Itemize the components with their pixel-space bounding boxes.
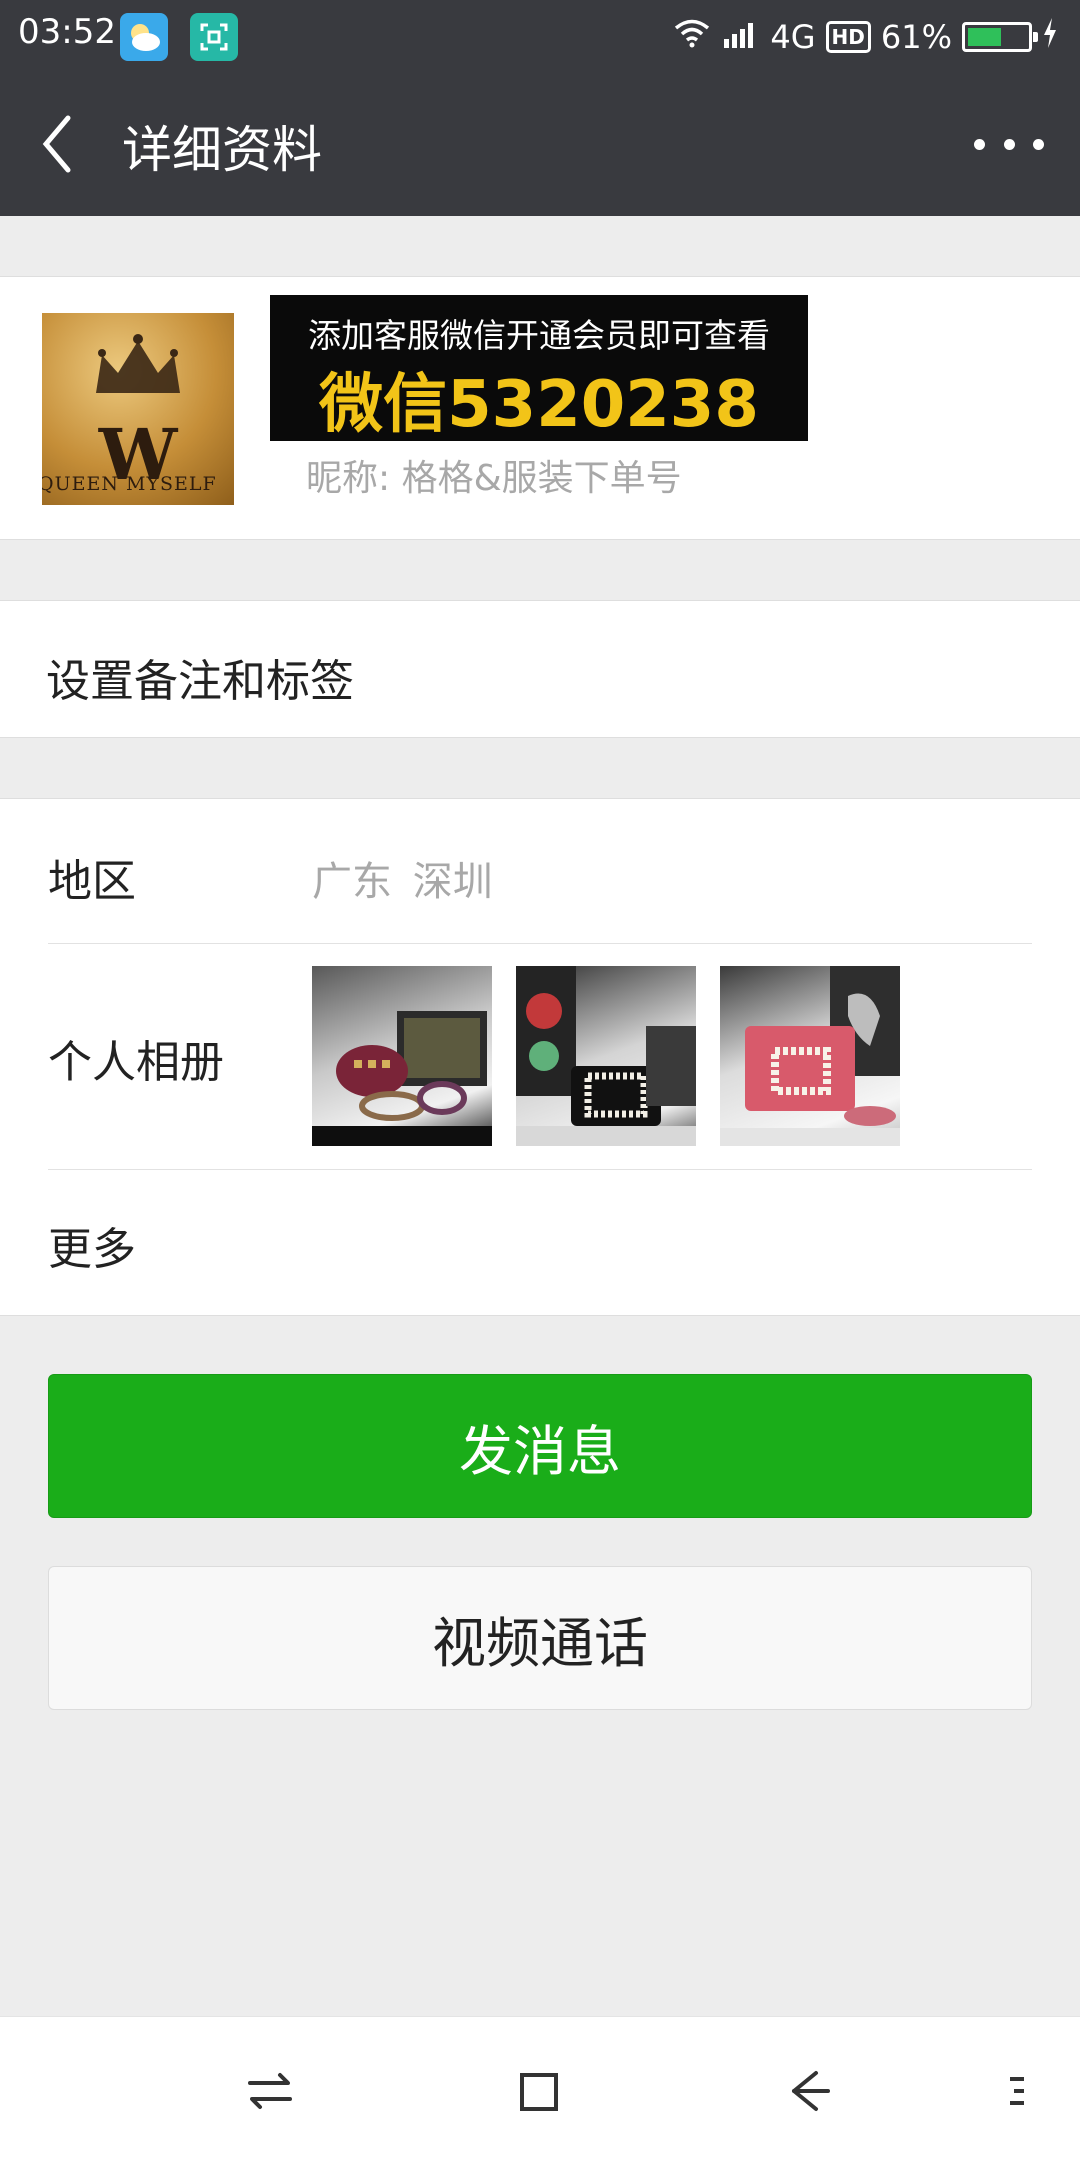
set-remark-row[interactable]: 设置备注和标签 <box>0 600 1080 738</box>
chevron-left-icon <box>42 115 71 173</box>
scanner-app-icon <box>190 13 238 61</box>
battery-percent: 61% <box>880 18 952 56</box>
nickname: 昵称: 格格&服装下单号 <box>306 449 682 501</box>
more-label: 更多 <box>48 1224 136 1275</box>
banner-line-2: 微信5320238 <box>319 368 759 442</box>
back-button[interactable] <box>30 104 90 184</box>
status-bar: 03:52 4G HD 61% <box>0 0 1080 74</box>
album-photo-3[interactable] <box>720 966 900 1146</box>
weather-app-icon <box>120 13 168 61</box>
hd-badge: HD <box>825 21 871 53</box>
top-bar: 03:52 4G HD 61% 详细资料 <box>0 0 1080 216</box>
album-photo-1[interactable] <box>312 966 492 1146</box>
page-title: 详细资料 <box>122 121 322 179</box>
menu-dots-icon[interactable] <box>1000 2061 1060 2121</box>
more-row[interactable]: 更多 <box>0 1169 1080 1317</box>
album-photo-2[interactable] <box>516 966 696 1146</box>
title-bar: 详细资料 <box>0 74 1080 216</box>
avatar[interactable]: W QUEEN MYSELF <box>42 313 234 505</box>
banner-line-1: 添加客服微信开通会员即可查看 <box>308 316 770 355</box>
battery-icon <box>962 22 1038 52</box>
video-call-button[interactable]: 视频通话 <box>48 1566 1032 1710</box>
status-right: 4G HD 61% <box>672 12 1058 62</box>
region-label: 地区 <box>48 856 136 907</box>
crown-icon <box>96 334 180 393</box>
promo-banner: 添加客服微信开通会员即可查看 微信5320238 <box>270 295 808 442</box>
more-dot <box>1003 138 1015 150</box>
info-section: 地区 广东 深圳 个人相册 更多 <box>0 798 1080 1316</box>
status-time: 03:52 <box>18 12 116 52</box>
album-row[interactable]: 个人相册 <box>0 944 1080 1168</box>
region-value: 广东 深圳 <box>312 859 493 905</box>
system-nav-bar <box>0 2016 1080 2160</box>
signal-icon <box>722 17 760 57</box>
nickname-label: 昵称: <box>306 458 391 499</box>
profile-card: W QUEEN MYSELF 添加客服微信开通会员即可查看 微信5320238 … <box>0 276 1080 540</box>
album-label: 个人相册 <box>48 1037 224 1088</box>
profile-page: 03:52 4G HD 61% 详细资料 W QUEEN MYSELF 添加客服… <box>0 0 1080 2160</box>
more-button[interactable] <box>974 114 1044 174</box>
more-dots-icon <box>974 138 985 150</box>
set-remark-label: 设置备注和标签 <box>46 656 354 707</box>
region-row: 地区 广东 深圳 <box>0 799 1080 943</box>
battery-level <box>968 28 1002 46</box>
nickname-value: 格格&服装下单号 <box>401 458 682 499</box>
wifi-icon <box>672 17 712 57</box>
switch-apps-icon[interactable] <box>240 2061 300 2121</box>
network-type: 4G <box>770 18 816 56</box>
home-square-icon[interactable] <box>510 2061 570 2121</box>
more-dot <box>1033 138 1044 150</box>
avatar-brand-text: QUEEN MYSELF <box>42 473 217 495</box>
send-message-button[interactable]: 发消息 <box>48 1374 1032 1518</box>
back-arrow-icon[interactable] <box>780 2061 840 2121</box>
charging-icon <box>1042 18 1058 56</box>
